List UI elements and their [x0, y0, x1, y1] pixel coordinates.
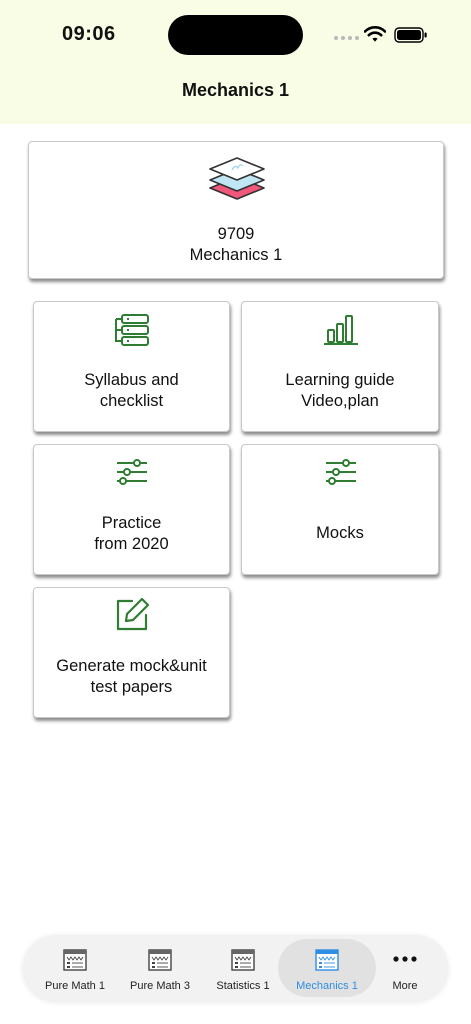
- practice-label: Practice from 2020: [94, 514, 169, 553]
- tab-label: More: [392, 980, 418, 992]
- layers-icon: [209, 157, 265, 200]
- sliders-icon: [326, 459, 356, 485]
- tab-label: Mechanics 1: [296, 980, 358, 992]
- tab-statistics-1[interactable]: Statistics 1: [197, 939, 289, 997]
- browser-window-icon: [63, 949, 87, 971]
- tab-label: Pure Math 1: [45, 980, 105, 992]
- tab-bar: Pure Math 1 Pure Math 3 Statistics 1 Mec…: [23, 935, 448, 1001]
- subject-name: Mechanics 1: [189, 246, 283, 264]
- subject-header-card: 9709 Mechanics 1: [28, 141, 444, 279]
- generate-papers-button[interactable]: Generate mock&unit test papers: [33, 587, 230, 718]
- syllabus-checklist-button[interactable]: Syllabus and checklist: [33, 301, 230, 432]
- subject-code: 9709: [217, 225, 255, 243]
- bar-chart-icon: [324, 315, 358, 345]
- browser-window-icon: [315, 949, 339, 971]
- dynamic-island: [168, 15, 303, 55]
- server-stack-icon: [115, 314, 149, 346]
- browser-window-icon: [148, 949, 172, 971]
- tab-label: Pure Math 3: [130, 980, 190, 992]
- cellular-signal-icon: [334, 36, 359, 40]
- wifi-icon: [364, 26, 386, 42]
- status-time: 09:06: [62, 23, 116, 45]
- tab-label: Statistics 1: [216, 980, 270, 992]
- mocks-label: Mocks: [316, 524, 364, 542]
- page-title: Mechanics 1: [181, 80, 290, 100]
- learning-guide-button[interactable]: Learning guide Video,plan: [241, 301, 439, 432]
- generate-papers-label: Generate mock&unit test papers: [56, 657, 207, 696]
- mocks-button[interactable]: Mocks: [241, 444, 439, 575]
- learning-guide-label: Learning guide Video,plan: [285, 371, 395, 410]
- tab-pure-math-1[interactable]: Pure Math 1: [29, 939, 121, 997]
- browser-window-icon: [231, 949, 255, 971]
- tab-pure-math-3[interactable]: Pure Math 3: [114, 939, 206, 997]
- battery-icon: [394, 27, 427, 43]
- edit-icon: [116, 597, 150, 631]
- syllabus-checklist-label: Syllabus and checklist: [84, 371, 179, 410]
- ellipsis-icon: [393, 956, 417, 962]
- top-bar: 09:06 Mechanics 1: [0, 0, 471, 124]
- sliders-icon: [117, 459, 147, 485]
- practice-button[interactable]: Practice from 2020: [33, 444, 230, 575]
- tab-more[interactable]: More: [359, 939, 451, 997]
